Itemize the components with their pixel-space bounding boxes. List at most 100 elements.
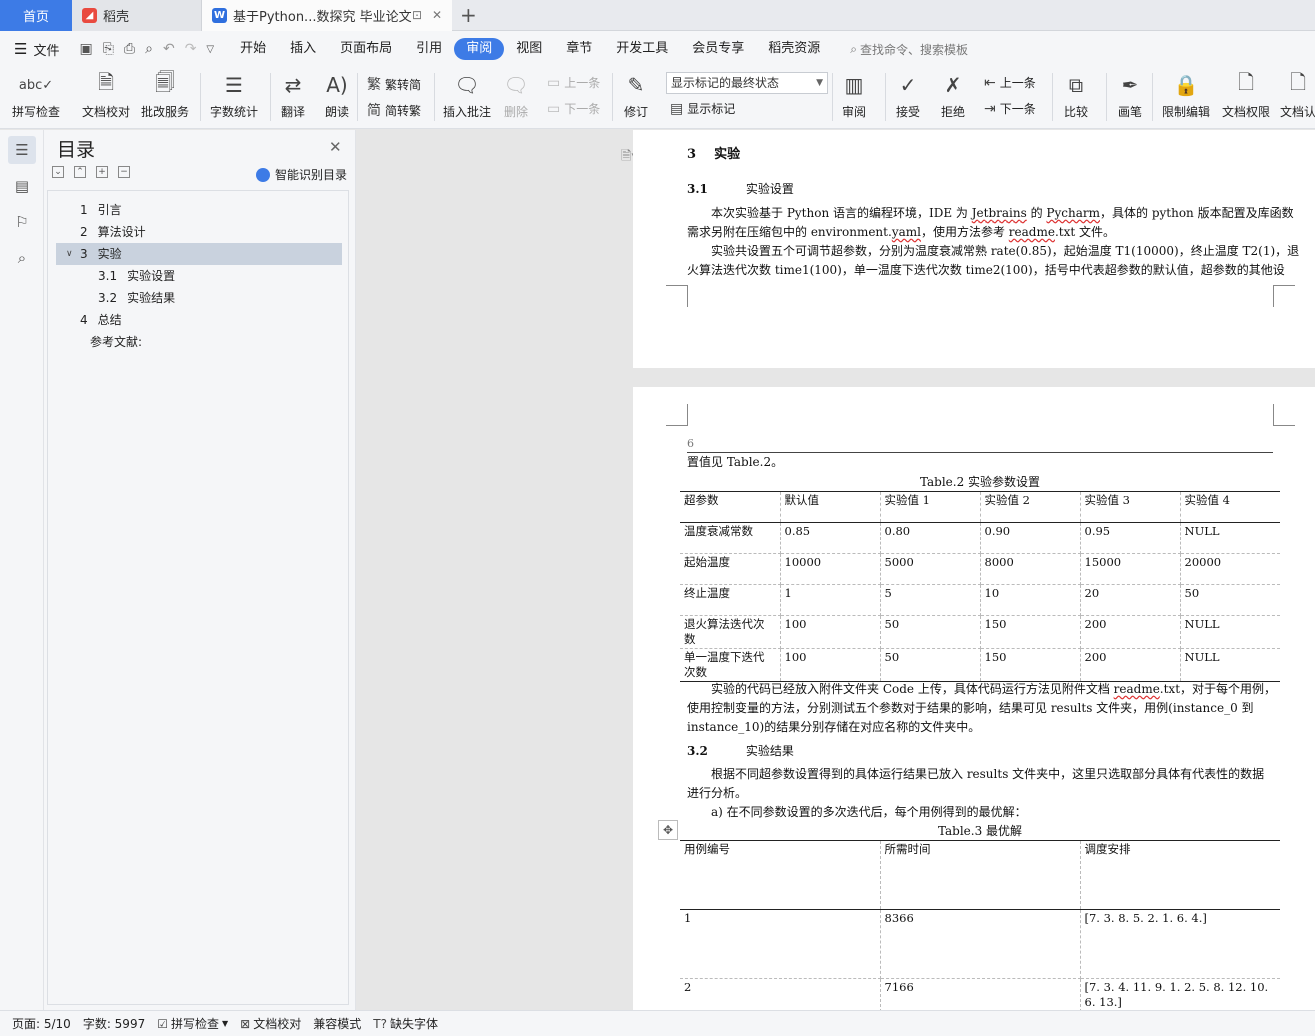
menu-tab-8[interactable]: 会员专享 [680,38,756,60]
table-cell[interactable]: [7. 3. 4. 11. 9. 1. 2. 5. 8. 12. 10. 6. … [1079,978,1280,1010]
command-search[interactable]: ⌕ 查找命令、搜索模板 [850,41,968,58]
table-cell[interactable]: 单一温度下迭代次数 [680,648,781,682]
export-icon[interactable]: ⎘ [103,41,114,57]
smart-toc-button[interactable]: 智能识别目录 [256,166,347,183]
simp-to-trad-button[interactable]: 简简转繁 [367,100,421,120]
table-cell[interactable]: 超参数 [680,491,781,523]
table-cell[interactable]: 100 [779,648,881,682]
table-cell[interactable]: 调度安排 [1079,840,1280,910]
missing-font-indicator[interactable]: T? 缺失字体 [373,1015,438,1032]
table-cell[interactable]: 150 [979,615,1081,649]
word-count-indicator[interactable]: 字数: 5997 [83,1015,145,1032]
toc-panel-icon[interactable]: ☰ [8,136,36,164]
trad-to-simp-button[interactable]: 繁繁转简 [367,74,421,94]
table-cell[interactable]: NULL [1179,615,1280,649]
print-icon[interactable]: ⎙ [124,41,135,57]
menu-tab-7[interactable]: 开发工具 [604,38,680,60]
menu-tab-4[interactable]: 审阅 [454,38,505,60]
print-preview-icon[interactable]: ⌕ [145,41,153,57]
table-cell[interactable]: 150 [979,648,1081,682]
document-canvas[interactable]: 🗎▾ 3 实验 3.1 实验设置 本次实验基于 Python 语言的编程环境，ID… [356,130,1315,1010]
toc-item[interactable]: 3.1 实验设置 [56,265,342,287]
toc-item[interactable]: 4 总结 [56,309,342,331]
table-cell[interactable]: 0.90 [979,522,1081,554]
status-spell-check[interactable]: ☑ 拼写检查 ▼ [157,1015,228,1032]
menu-tab-2[interactable]: 页面布局 [328,38,404,60]
table-cell[interactable]: 1 [680,909,881,979]
toc-item[interactable]: 参考文献: [56,331,342,353]
table-cell[interactable]: 50 [879,615,981,649]
table-cell[interactable]: 15000 [1079,553,1181,585]
table-cell[interactable]: NULL [1179,522,1280,554]
table-cell[interactable]: 200 [1079,648,1181,682]
table-cell[interactable]: 8000 [979,553,1081,585]
table-cell[interactable]: 默认值 [779,491,881,523]
doc-permission-button[interactable]: 🗋 文档权限 [1222,70,1270,120]
translate-button[interactable]: ⇄ 翻译 [279,71,307,120]
menu-tab-0[interactable]: 开始 [228,38,278,60]
spell-check-button[interactable]: abc✓ 拼写检查 [12,71,60,120]
restrict-edit-button[interactable]: 🔒 限制编辑 [1162,71,1210,120]
delete-comment-button[interactable]: 🗨 删除 [502,71,530,120]
table-cell[interactable]: 5 [879,584,981,616]
revise-service-button[interactable]: 🗐 批改服务 [141,70,189,120]
table-cell[interactable]: 20000 [1179,553,1280,585]
redo-icon[interactable]: ↷ [185,41,197,57]
table-cell[interactable]: 2 [680,978,881,1010]
toc-item[interactable]: 1 引言 [56,199,342,221]
toc-item[interactable]: 3.2 实验结果 [56,287,342,309]
table-cell[interactable]: 0.80 [879,522,981,554]
table-cell[interactable]: NULL [1179,648,1280,682]
menu-tab-9[interactable]: 稻壳资源 [756,38,832,60]
table-cell[interactable]: 10000 [779,553,881,585]
menu-tab-6[interactable]: 章节 [554,38,604,60]
close-icon[interactable]: ✕ [329,138,342,156]
menu-tab-5[interactable]: 视图 [504,38,554,60]
word-count-button[interactable]: ☰ 字数统计 [210,71,258,120]
prev-comment-button[interactable]: ▭ 上一条 [547,74,600,91]
table-cell[interactable]: 退火算法迭代次数 [680,615,781,649]
pin-icon[interactable]: ⊡ [410,8,424,22]
table-cell[interactable]: 20 [1079,584,1181,616]
table-cell[interactable]: 1 [779,584,881,616]
table-cell[interactable]: 7166 [879,978,1081,1010]
table-cell[interactable]: 温度衰减常数 [680,522,781,554]
table-cell[interactable]: 50 [879,648,981,682]
menu-tab-1[interactable]: 插入 [278,38,328,60]
doc-proof-button[interactable]: 🗎 文档校对 [82,70,130,120]
table-cell[interactable]: 用例编号 [680,840,881,910]
chevron-down-icon[interactable]: ∨ [66,243,80,265]
undo-icon[interactable]: ↶ [163,41,175,57]
tab-home[interactable]: 首页 [0,0,72,31]
customize-icon[interactable]: ▽ [206,44,214,55]
insert-comment-button[interactable]: 🗨 插入批注 [443,71,491,120]
remove-heading-icon[interactable]: − [118,166,130,178]
table-cell[interactable]: 0.95 [1079,522,1181,554]
table-cell[interactable]: [7. 3. 8. 5. 2. 1. 6. 4.] [1079,909,1280,979]
table-3[interactable]: 用例编号 所需时间 调度安排 1 8366 [7. 3. 8. 5. 2. 1. 6. 4… [680,840,1280,1010]
page-indicator[interactable]: 页面: 5/10 [12,1015,71,1032]
table-cell[interactable]: 实验值 3 [1079,491,1181,523]
table-cell[interactable]: 10 [979,584,1081,616]
table-cell[interactable]: 100 [779,615,881,649]
table-cell[interactable]: 实验值 4 [1179,491,1280,523]
bookmark-icon[interactable]: ⚐ [8,208,36,236]
collapse-all-icon[interactable]: ⌃ [74,166,86,178]
file-menu[interactable]: ☰ 文件 [14,40,59,59]
new-tab-icon[interactable]: + [460,3,477,27]
review-pane-button[interactable]: ▥ 审阅 [840,71,868,120]
outline-panel-icon[interactable]: ▤ [8,172,36,200]
read-aloud-button[interactable]: A) 朗读 [323,71,351,120]
track-changes-button[interactable]: ✎ 修订 [622,71,650,120]
status-doc-proof[interactable]: ⊠ 文档校对 [240,1015,301,1032]
toc-item[interactable]: ∨ 3 实验 [56,243,342,265]
table-2[interactable]: 超参数 默认值 实验值 1 实验值 2 实验值 3 实验值 4 温度衰减常数 0.85 0.80… [680,491,1280,682]
table-cell[interactable]: 50 [1179,584,1280,616]
close-tab-icon[interactable]: ✕ [430,8,444,22]
reject-button[interactable]: ✗ 拒绝 [939,71,967,120]
accept-button[interactable]: ✓ 接受 [894,71,922,120]
table-cell[interactable]: 5000 [879,553,981,585]
table-cell[interactable]: 0.85 [779,522,881,554]
expand-all-icon[interactable]: ⌄ [52,166,64,178]
table-cell[interactable]: 终止温度 [680,584,781,616]
